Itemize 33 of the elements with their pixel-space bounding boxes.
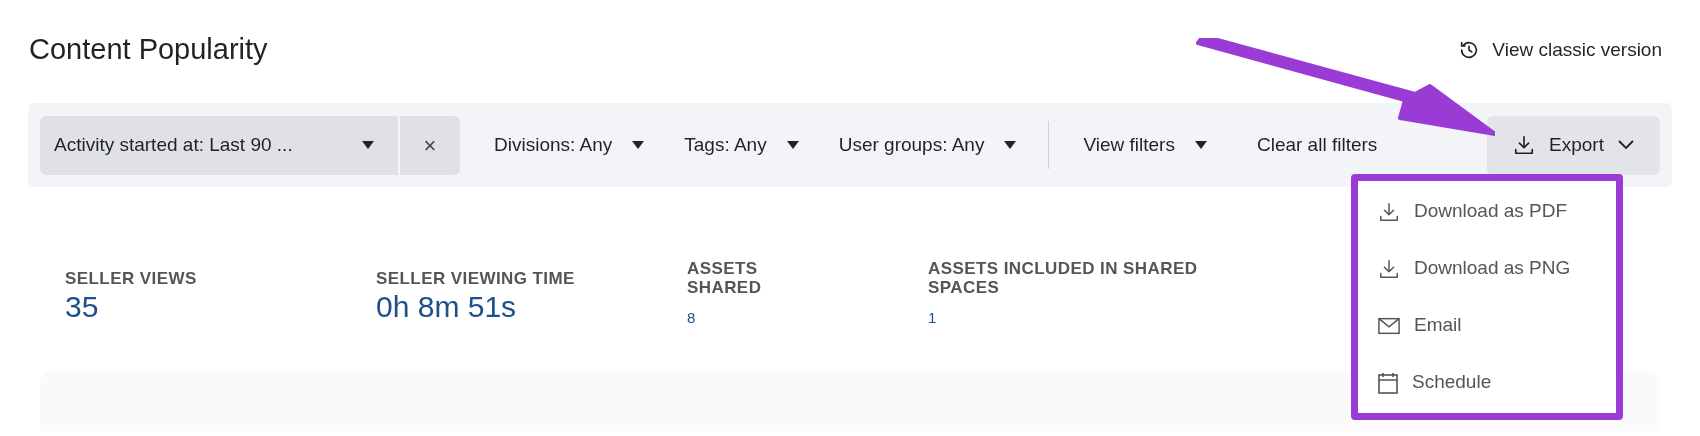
filter-dropdown[interactable]: Divisions: Any	[480, 115, 659, 175]
menu-item[interactable]: Schedule	[1378, 362, 1596, 403]
stat-value: 1	[928, 308, 938, 328]
download-icon	[1378, 200, 1400, 223]
clear-filter-button[interactable]: ×	[400, 115, 460, 175]
caret-icon	[632, 141, 645, 149]
filter-dropdown[interactable]: Activity started at: Last 90 ...	[40, 115, 398, 175]
stat-value: 8	[687, 308, 697, 328]
filter-dropdown[interactable]: User groups: Any	[824, 115, 1031, 175]
stat-label: SELLER VIEWS	[65, 269, 198, 288]
caret-icon	[362, 141, 374, 149]
page-title: Content Popularity	[29, 32, 268, 68]
caret-icon	[786, 141, 799, 149]
download-icon	[1378, 257, 1400, 280]
stat-value: 0h 8m 51s	[376, 289, 518, 325]
stat-label: ASSETS SHARED	[687, 259, 763, 297]
filter-dropdown[interactable]: View filters	[1069, 115, 1221, 175]
mail-icon	[1378, 316, 1400, 335]
menu-item[interactable]: Download as PDF	[1378, 191, 1596, 232]
download-icon	[1513, 134, 1536, 156]
caret-icon	[1194, 141, 1207, 149]
filter-dropdown[interactable]: Tags: Any	[670, 115, 813, 175]
export-button[interactable]: Export	[1487, 115, 1660, 175]
stat-value: 35	[65, 289, 100, 325]
stat-label: SELLER VIEWING TIME	[376, 269, 576, 288]
menu-item[interactable]: Email	[1378, 305, 1596, 346]
menu-item[interactable]: Download as PNG	[1378, 248, 1596, 289]
stat-label: ASSETS INCLUDED IN SHARED SPACES	[928, 259, 1199, 297]
caret-icon	[1004, 141, 1017, 149]
chevron-up-icon	[1617, 140, 1634, 150]
clear-all-filters-link[interactable]: Clear all filters	[1242, 115, 1392, 175]
calendar-icon	[1378, 371, 1398, 394]
view-classic-link[interactable]: View classic version	[1458, 35, 1662, 65]
